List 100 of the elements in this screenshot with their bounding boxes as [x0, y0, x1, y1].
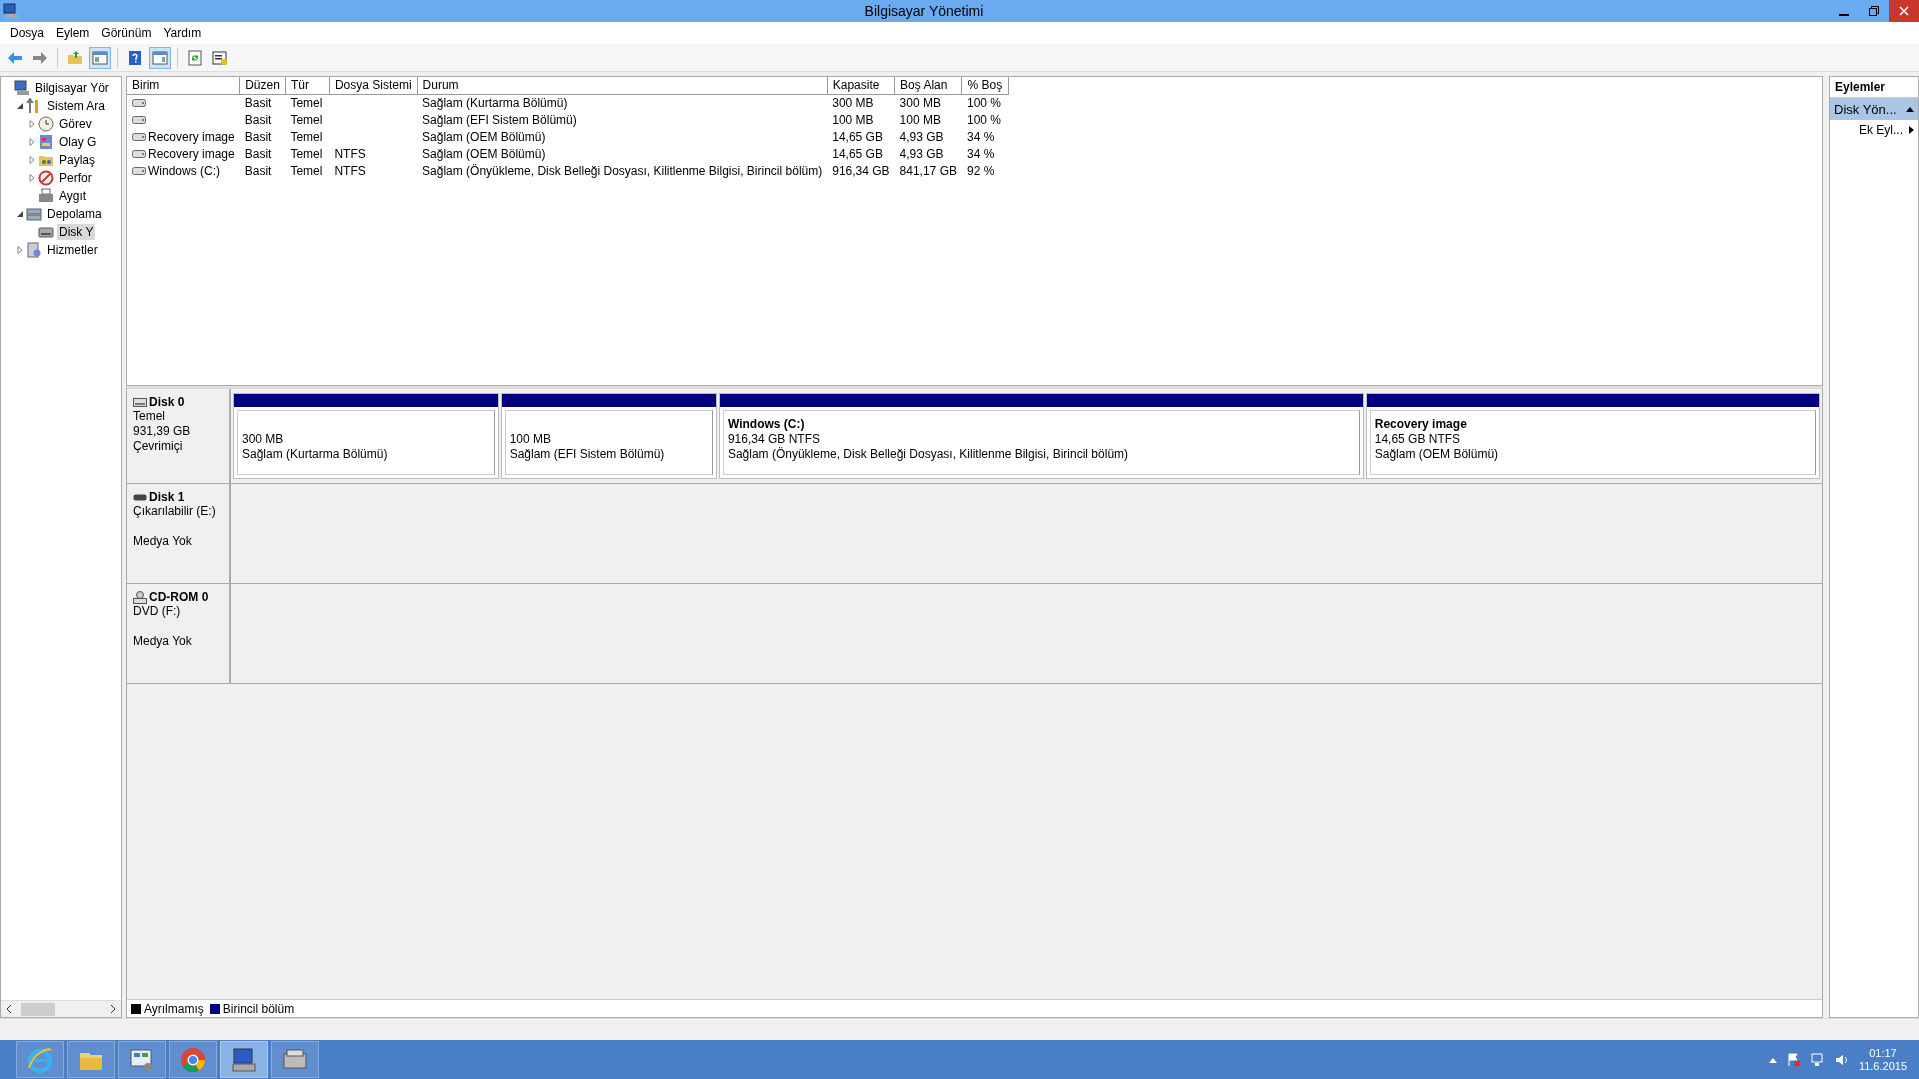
table-cell-text: 4,93 GB [898, 145, 945, 162]
tray-up-arrow-icon[interactable] [1768, 1056, 1777, 1063]
expand-arrow-icon[interactable] [16, 246, 24, 254]
browser-e-icon [26, 1045, 54, 1074]
services-icon [26, 242, 42, 258]
tree-item[interactable]: Aygıt [57, 188, 89, 204]
removable-drive-icon [133, 493, 147, 501]
expand-arrow-icon[interactable] [28, 174, 36, 182]
expand-arrow-icon[interactable] [28, 156, 36, 164]
taskbar-button[interactable] [220, 1041, 268, 1078]
scroll-left-icon[interactable] [5, 1005, 13, 1013]
partition-block[interactable]: Recovery image 14,65 GB NTFS Sağlam (OEM Bölümü) [1365, 393, 1820, 479]
table-cell-text: 100 MB [831, 111, 875, 128]
table-cell: Temel [285, 94, 330, 111]
scroll-right-icon[interactable] [109, 1005, 117, 1013]
table-cell-text: 100 % [965, 111, 1002, 128]
tree-item[interactable]: Sistem Ara [45, 98, 108, 114]
speaker-icon[interactable] [1834, 1052, 1849, 1067]
table-cell-text: Sağlam (Önyükleme, Disk Belleği Dosyası, Kilitlenme Bilgisi, Birincil bölüm) [421, 162, 824, 179]
drive-icon [132, 98, 146, 107]
table-cell-text: 92 % [965, 162, 996, 179]
disk-info: Temel [133, 409, 166, 424]
table-cell-text: Temel [289, 162, 324, 179]
disk-info: DVD (F:) [133, 604, 182, 619]
tree-item[interactable]: Depolama [45, 206, 104, 222]
computer-management-icon [230, 1045, 258, 1074]
table-cell: 300 MB [827, 94, 895, 111]
menu-item[interactable]: Dosya [4, 26, 50, 40]
refresh-icon [187, 49, 203, 66]
network-icon[interactable] [1810, 1052, 1825, 1067]
event-log-icon [38, 134, 54, 150]
column-header[interactable]: Tür [285, 77, 330, 94]
table-cell-text: Temel [289, 128, 324, 145]
forward-arrow-icon [32, 49, 48, 66]
table-cell-text: Basit [243, 162, 273, 179]
tree-item[interactable]: Paylaş [57, 152, 98, 168]
flag-warning-icon[interactable] [1786, 1052, 1801, 1067]
expand-arrow-icon[interactable] [28, 120, 36, 128]
partition-block[interactable]: Windows (C:) 916,34 GB NTFS Sağlam (Önyükleme, Disk Belleği Dosyası, Kilitlenme Bilgisi, Birincil bölüm) [718, 393, 1364, 479]
menu-item[interactable]: Eylem [50, 26, 96, 40]
scrollbar-thumb[interactable] [21, 1002, 55, 1016]
tree-item[interactable]: Perfor [57, 170, 94, 186]
table-cell-text: Sağlam (OEM Bölümü) [421, 145, 547, 162]
app-icon [3, 3, 19, 19]
tree-item[interactable]: Disk Y [57, 224, 96, 240]
column-header[interactable]: Düzen [239, 77, 286, 94]
table-cell-text: 841,17 GB [898, 162, 958, 179]
tree-item[interactable]: Bilgisayar Yör [33, 80, 111, 96]
legend-label: Birincil bölüm [222, 1001, 295, 1016]
column-header[interactable]: Boş Alan [894, 77, 962, 94]
close-icon [1899, 6, 1909, 16]
action-pane-icon [152, 49, 168, 66]
column-header[interactable]: Birim [127, 77, 240, 94]
close-button[interactable] [1889, 0, 1919, 22]
table-cell: 100 % [961, 94, 1009, 111]
column-header[interactable]: Durum [417, 77, 828, 94]
window-title: Bilgisayar Yönetimi [863, 3, 985, 19]
table-cell-text: Basit [243, 128, 273, 145]
printer-icon [38, 188, 54, 204]
column-header[interactable]: % Boş [961, 77, 1009, 94]
storage-icon [26, 206, 42, 222]
collapse-arrow-icon[interactable] [16, 210, 24, 218]
disk-name: Disk 1 [149, 490, 185, 504]
tree-item[interactable]: Olay G [57, 134, 99, 150]
chrome-icon [179, 1045, 207, 1074]
expand-arrow-icon[interactable] [28, 138, 36, 146]
table-cell: Basit [239, 94, 286, 111]
table-cell-text: 14,65 GB [831, 145, 884, 162]
partition-block[interactable]: 300 MB Sağlam (Kurtarma Bölümü) [233, 393, 499, 479]
clock[interactable]: 01:17 11.6.2015 [1858, 1046, 1907, 1073]
minimize-icon [1839, 14, 1849, 16]
table-cell-text: Sağlam (EFI Sistem Bölümü) [421, 111, 578, 128]
menu-item[interactable]: Yardım [157, 26, 208, 40]
table-cell: Windows (C:) [148, 163, 220, 178]
disk-name: CD-ROM 0 [149, 590, 209, 604]
table-cell-text: 4,93 GB [898, 128, 945, 145]
tree-item[interactable]: Görev [57, 116, 94, 132]
table-cell-text: 14,65 GB [831, 128, 884, 145]
table-cell: Sağlam (Kurtarma Bölümü) [417, 94, 828, 111]
partition-size: 100 MB [509, 432, 552, 447]
tree-item[interactable]: Hizmetler [45, 242, 100, 258]
partition-block[interactable]: 100 MB Sağlam (EFI Sistem Bölümü) [500, 393, 717, 479]
partition-size: 916,34 GB NTFS [727, 432, 821, 447]
drive-icon [132, 115, 146, 124]
actions-section[interactable]: Disk Yön... [1830, 98, 1918, 120]
help-icon [127, 49, 143, 66]
legend-label: Ayrılmamış [144, 1001, 204, 1016]
submenu-arrow-icon [1909, 126, 1914, 134]
menu-item[interactable]: Görünüm [95, 26, 158, 40]
disk-name: Disk 0 [149, 395, 185, 409]
action-item[interactable]: Ek Eyl... [1830, 120, 1918, 140]
table-cell-text: NTFS [333, 162, 367, 179]
table-cell: Recovery image [148, 146, 235, 161]
table-cell-text: Basit [243, 145, 273, 162]
drive-icon [133, 397, 147, 407]
column-header[interactable]: Dosya Sistemi [329, 77, 418, 94]
column-header[interactable]: Kapasite [827, 77, 895, 94]
partition-size: 300 MB [242, 432, 285, 447]
collapse-arrow-icon[interactable] [16, 102, 24, 110]
partition-title: Recovery image [1374, 417, 1468, 432]
